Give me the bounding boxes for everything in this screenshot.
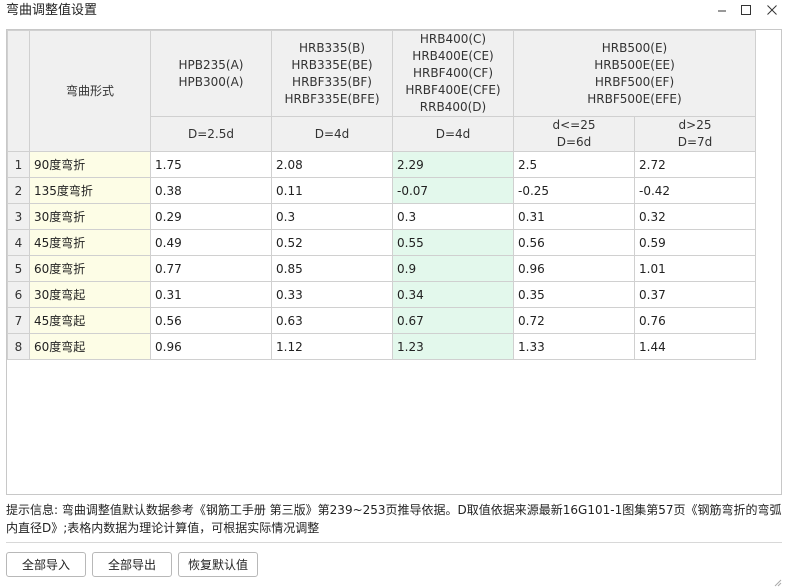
value-cell[interactable]: 0.56: [150, 307, 272, 334]
value-cell[interactable]: 0.3: [392, 203, 514, 230]
close-button[interactable]: [760, 0, 784, 20]
header-group-c: HRB400(C) HRB400E(CE) HRBF400(CF) HRBF40…: [392, 30, 514, 117]
bend-form-cell[interactable]: 30度弯折: [29, 203, 151, 230]
value-cell[interactable]: 0.77: [150, 255, 272, 282]
restore-default-button[interactable]: 恢复默认值: [178, 552, 258, 577]
table-row: 2 135度弯折 0.38 0.11 -0.07 -0.25 -0.42: [7, 177, 756, 204]
table-row: 4 45度弯折 0.49 0.52 0.55 0.56 0.59: [7, 229, 756, 256]
table-row: 5 60度弯折 0.77 0.85 0.9 0.96 1.01: [7, 255, 756, 282]
header-diameter-e-large: d>25 D=7d: [634, 116, 756, 152]
table-body: 1 90度弯折 1.75 2.08 2.29 2.5 2.72 2 135度弯折…: [7, 151, 756, 360]
bend-form-cell[interactable]: 45度弯起: [29, 307, 151, 334]
value-cell[interactable]: 0.32: [634, 203, 756, 230]
value-cell[interactable]: 0.67: [392, 307, 514, 334]
minimize-icon: [718, 10, 726, 12]
table-row: 7 45度弯起 0.56 0.63 0.67 0.72 0.76: [7, 307, 756, 334]
close-icon: [767, 5, 777, 15]
value-cell[interactable]: 0.56: [513, 229, 635, 256]
bend-form-cell[interactable]: 30度弯起: [29, 281, 151, 308]
value-cell[interactable]: 1.12: [271, 333, 393, 360]
row-number: 8: [7, 333, 30, 360]
value-cell[interactable]: 0.38: [150, 177, 272, 204]
header-group-e: HRB500(E) HRB500E(EE) HRBF500(EF) HRBF50…: [513, 30, 756, 117]
value-cell[interactable]: 0.63: [271, 307, 393, 334]
table-row: 1 90度弯折 1.75 2.08 2.29 2.5 2.72: [7, 151, 756, 178]
table-row: 3 30度弯折 0.29 0.3 0.3 0.31 0.32: [7, 203, 756, 230]
import-all-button[interactable]: 全部导入: [6, 552, 86, 577]
header-group-a: HPB235(A) HPB300(A): [150, 30, 272, 117]
header-diameter-a: D=2.5d: [150, 116, 272, 152]
row-number: 3: [7, 203, 30, 230]
value-cell[interactable]: 0.29: [150, 203, 272, 230]
value-cell[interactable]: 0.31: [150, 281, 272, 308]
value-cell[interactable]: 0.52: [271, 229, 393, 256]
divider: [6, 542, 782, 543]
value-cell[interactable]: 0.33: [271, 281, 393, 308]
value-cell[interactable]: 2.5: [513, 151, 635, 178]
value-cell[interactable]: 0.85: [271, 255, 393, 282]
bend-form-cell[interactable]: 45度弯折: [29, 229, 151, 256]
value-cell[interactable]: 0.37: [634, 281, 756, 308]
header-diameter-b: D=4d: [271, 116, 393, 152]
value-cell[interactable]: 1.23: [392, 333, 514, 360]
value-cell[interactable]: -0.25: [513, 177, 635, 204]
value-cell[interactable]: 0.55: [392, 229, 514, 256]
value-cell[interactable]: 1.44: [634, 333, 756, 360]
hint-text: 提示信息: 弯曲调整值默认数据参考《钢筋工手册 第三版》第239~253页推导依…: [6, 503, 782, 535]
window-title: 弯曲调整值设置: [6, 3, 98, 18]
bend-form-cell[interactable]: 90度弯折: [29, 151, 151, 178]
value-cell[interactable]: 0.3: [271, 203, 393, 230]
row-number: 6: [7, 281, 30, 308]
minimize-button[interactable]: [710, 0, 734, 20]
maximize-icon: [741, 5, 751, 15]
value-cell[interactable]: 0.9: [392, 255, 514, 282]
value-cell[interactable]: 0.96: [513, 255, 635, 282]
header-group-b: HRB335(B) HRB335E(BE) HRBF335(BF) HRBF33…: [271, 30, 393, 117]
header-diameter-e-small: d<=25 D=6d: [513, 116, 635, 152]
value-cell[interactable]: 1.75: [150, 151, 272, 178]
value-cell[interactable]: 0.34: [392, 281, 514, 308]
value-cell[interactable]: -0.07: [392, 177, 514, 204]
header-corner: [7, 30, 30, 152]
value-cell[interactable]: 0.49: [150, 229, 272, 256]
value-cell[interactable]: 2.08: [271, 151, 393, 178]
value-cell[interactable]: 0.59: [634, 229, 756, 256]
row-number: 7: [7, 307, 30, 334]
value-cell[interactable]: 0.72: [513, 307, 635, 334]
row-number: 2: [7, 177, 30, 204]
maximize-button[interactable]: [734, 0, 758, 20]
value-cell[interactable]: 0.31: [513, 203, 635, 230]
value-cell[interactable]: 1.01: [634, 255, 756, 282]
value-cell[interactable]: 0.96: [150, 333, 272, 360]
table-row: 6 30度弯起 0.31 0.33 0.34 0.35 0.37: [7, 281, 756, 308]
row-number: 5: [7, 255, 30, 282]
value-cell[interactable]: -0.42: [634, 177, 756, 204]
resize-grip-icon[interactable]: [772, 577, 782, 587]
value-cell[interactable]: 0.76: [634, 307, 756, 334]
adjustment-grid: 弯曲形式 HPB235(A) HPB300(A) HRB335(B) HRB33…: [6, 29, 782, 495]
bend-adjustment-table: 弯曲形式 HPB235(A) HPB300(A) HRB335(B) HRB33…: [7, 30, 756, 360]
export-all-button[interactable]: 全部导出: [92, 552, 172, 577]
bend-form-cell[interactable]: 60度弯起: [29, 333, 151, 360]
table-row: 8 60度弯起 0.96 1.12 1.23 1.33 1.44: [7, 333, 756, 360]
value-cell[interactable]: 0.35: [513, 281, 635, 308]
title-bar: 弯曲调整值设置: [0, 0, 785, 24]
value-cell[interactable]: 2.29: [392, 151, 514, 178]
value-cell[interactable]: 1.33: [513, 333, 635, 360]
header-bend-form: 弯曲形式: [29, 30, 151, 152]
row-number: 1: [7, 151, 30, 178]
value-cell[interactable]: 0.11: [271, 177, 393, 204]
header-diameter-c: D=4d: [392, 116, 514, 152]
bend-form-cell[interactable]: 135度弯折: [29, 177, 151, 204]
bend-form-cell[interactable]: 60度弯折: [29, 255, 151, 282]
row-number: 4: [7, 229, 30, 256]
value-cell[interactable]: 2.72: [634, 151, 756, 178]
